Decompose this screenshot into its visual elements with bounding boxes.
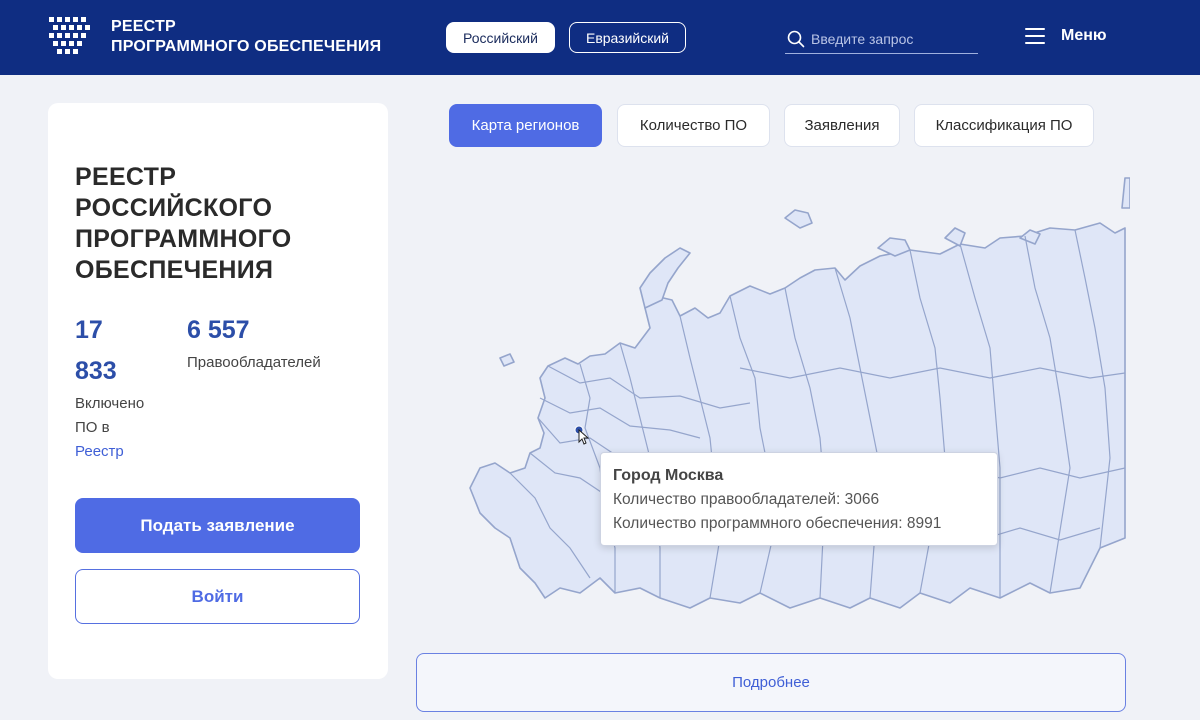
brand-title[interactable]: РЕЕСТР ПРОГРАММНОГО ОБЕСПЕЧЕНИЯ bbox=[111, 17, 381, 57]
tab-regions-map[interactable]: Карта регионов bbox=[449, 104, 602, 147]
brand-line-2: ПРОГРАММНОГО ОБЕСПЕЧЕНИЯ bbox=[111, 38, 382, 55]
tooltip-region-name: Город Москва bbox=[613, 467, 724, 484]
search-box bbox=[785, 24, 978, 54]
tab-software-count[interactable]: Количество ПО bbox=[617, 104, 770, 147]
russia-landmass[interactable] bbox=[469, 222, 1126, 609]
search-input[interactable] bbox=[811, 30, 971, 47]
top-header: РЕЕСТР ПРОГРАММНОГО ОБЕСПЕЧЕНИЯ Российск… bbox=[0, 0, 1200, 75]
login-button[interactable]: Войти bbox=[75, 569, 360, 624]
stat-rightholders-value: 6 557 bbox=[187, 316, 250, 344]
more-button[interactable]: Подробнее bbox=[416, 653, 1126, 712]
arctic-island-1[interactable] bbox=[784, 209, 813, 229]
arctic-island-3[interactable] bbox=[944, 227, 966, 247]
card-title-text: РЕЕСТР РОССИЙСКОГО ПРОГРАММНОГО ОБЕСПЕЧЕ… bbox=[75, 163, 292, 284]
menu-label: Меню bbox=[1061, 27, 1107, 44]
region-tooltip: Город Москва Количество правообладателей… bbox=[600, 452, 998, 546]
menu-button[interactable]: Меню bbox=[1025, 27, 1107, 45]
kaliningrad[interactable] bbox=[499, 353, 515, 367]
stat-software-label-text: Включено ПО в bbox=[75, 395, 145, 436]
card-title: РЕЕСТР РОССИЙСКОГО ПРОГРАММНОГО ОБЕСПЕЧЕ… bbox=[75, 162, 330, 286]
registry-info-card: РЕЕСТР РОССИЙСКОГО ПРОГРАММНОГО ОБЕСПЕЧЕ… bbox=[48, 103, 388, 679]
hamburger-icon bbox=[1025, 28, 1045, 44]
logo-icon[interactable] bbox=[48, 16, 92, 56]
stat-software-count: 17 833 Включено ПО в Реестр bbox=[75, 310, 165, 464]
arctic-island-5[interactable] bbox=[1121, 177, 1130, 209]
tooltip-rightholders: Количество правообладателей: 3066 bbox=[613, 491, 880, 508]
tooltip-software-count: Количество программного обеспечения: 899… bbox=[613, 515, 942, 532]
search-icon[interactable] bbox=[787, 30, 805, 48]
registry-link[interactable]: Реестр bbox=[75, 443, 124, 460]
brand-line-1: РЕЕСТР bbox=[111, 18, 176, 35]
toggle-eurasian-registry[interactable]: Евразийский bbox=[569, 22, 686, 53]
stat-rightholders: 6 557 Правообладателей bbox=[187, 310, 321, 375]
toggle-russian-registry[interactable]: Российский bbox=[446, 22, 555, 53]
stat-software-value: 17 833 bbox=[75, 316, 117, 385]
apply-button[interactable]: Подать заявление bbox=[75, 498, 360, 553]
tab-classification[interactable]: Классификация ПО bbox=[914, 104, 1094, 147]
stat-software-label: Включено ПО в Реестр bbox=[75, 392, 155, 464]
stat-rightholders-label: Правообладателей bbox=[187, 354, 321, 371]
tab-applications[interactable]: Заявления bbox=[784, 104, 900, 147]
regions-map[interactable] bbox=[440, 168, 1130, 628]
